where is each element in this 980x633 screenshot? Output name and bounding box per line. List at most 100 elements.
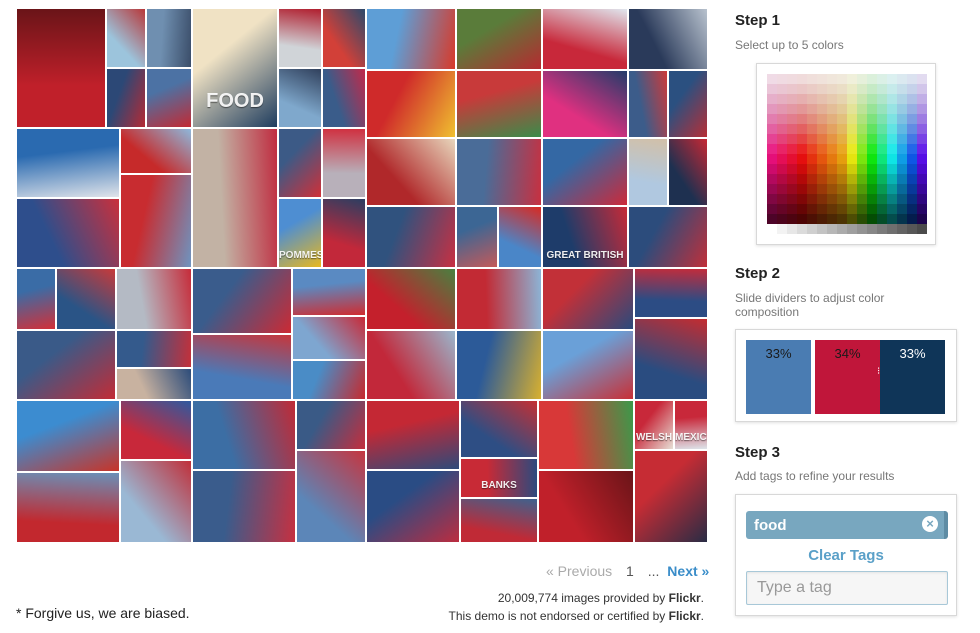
photo-strawberry-cake[interactable]	[16, 268, 56, 330]
photo-glass-building[interactable]	[56, 268, 116, 330]
photo-blue-plate[interactable]	[16, 198, 120, 268]
disclaimer-text: This demo is not endorsed or certified b…	[448, 609, 669, 623]
photo-mexican-sign-caption: MEXICAN	[675, 432, 707, 443]
color-segment-3: 33%	[880, 340, 945, 414]
photo-girl-blonde[interactable]	[628, 138, 668, 206]
step1-description: Select up to 5 colors	[735, 38, 844, 52]
step3-description: Add tags to refine your results	[735, 469, 895, 483]
photo-fries-statue[interactable]: POMMES	[278, 198, 322, 268]
photo-tart[interactable]	[292, 360, 366, 400]
photo-faces-mural[interactable]	[296, 450, 366, 542]
photo-bull-mascot[interactable]	[634, 450, 708, 542]
photo-flag-child[interactable]	[106, 68, 146, 128]
step3-title: Step 3	[735, 444, 781, 461]
photo-book-cover[interactable]: GREAT BRITISH	[542, 206, 628, 268]
photo-red-kite[interactable]	[634, 318, 708, 400]
photo-food-truck[interactable]	[120, 128, 192, 174]
tag-input[interactable]	[746, 571, 948, 605]
color-segment-1-percent: 33%	[765, 346, 792, 361]
previous-link[interactable]: « Previous	[546, 563, 612, 579]
photo-kids-festival[interactable]	[292, 316, 366, 360]
pagination-ellipsis: ...	[647, 563, 660, 579]
photo-rainbow-candy[interactable]	[538, 400, 634, 470]
photo-plate-meal[interactable]	[366, 138, 456, 206]
photo-sign-red[interactable]	[366, 400, 460, 470]
photo-baby-smiling[interactable]	[322, 128, 366, 198]
color-segment-2: 34%	[815, 340, 880, 414]
photo-man-shades[interactable]	[192, 470, 296, 542]
photo-blue-soda-bottle[interactable]	[542, 138, 628, 206]
photo-woman-red[interactable]	[296, 400, 366, 450]
photo-red-tent-crowd[interactable]	[542, 8, 628, 70]
photo-welsh-poster[interactable]: WELSH	[634, 400, 674, 450]
disclaimer: This demo is not endorsed or certified b…	[449, 609, 704, 623]
image-count-credit: 20,009,774 images provided by Flickr.	[498, 591, 704, 605]
photo-person-blue-hat[interactable]	[106, 8, 146, 68]
photo-candy-pile[interactable]	[456, 70, 542, 138]
photo-blue-packets[interactable]	[456, 330, 542, 400]
photo-woman-red-scarf[interactable]	[322, 68, 366, 128]
photo-food-dog-poster[interactable]: FOOD	[192, 8, 278, 128]
photo-strawberries-market[interactable]	[538, 470, 634, 542]
photo-cupcakes[interactable]	[16, 400, 120, 472]
photo-man-closeup[interactable]	[456, 206, 498, 268]
photo-red-semi-truck[interactable]	[120, 174, 192, 268]
photo-group-standing[interactable]	[116, 268, 192, 330]
color-palette-grid[interactable]	[767, 74, 927, 234]
photo-man-portrait[interactable]	[628, 70, 668, 138]
photo-in-n-out-sign[interactable]	[366, 70, 456, 138]
photo-woman-booth[interactable]	[366, 206, 456, 268]
photo-red-hat[interactable]	[460, 498, 538, 542]
photo-carnival-stand[interactable]	[292, 268, 366, 316]
photo-person-walking[interactable]	[628, 206, 708, 268]
photo-heart-art[interactable]	[634, 268, 708, 318]
footnote: * Forgive us, we are biased.	[16, 605, 190, 621]
photo-vintage-car[interactable]	[366, 330, 456, 400]
photo-bag-snack[interactable]	[192, 334, 292, 400]
photo-woman-sunglasses[interactable]	[278, 8, 322, 68]
photo-strawberries-market[interactable]	[16, 8, 106, 128]
photo-street-pole[interactable]	[278, 68, 322, 128]
color-segment-1: 33%	[746, 340, 811, 414]
step2-title: Step 2	[735, 265, 781, 282]
photo-mcdonalds-sign[interactable]	[498, 206, 542, 268]
photo-child-court[interactable]	[192, 400, 296, 470]
photo-mexican-sign[interactable]: MEXICAN	[674, 400, 708, 450]
photo-storefront[interactable]	[146, 8, 192, 68]
photo-flag-sky[interactable]	[542, 330, 634, 400]
credit-text: images provided by	[557, 591, 669, 605]
flickr-link-2[interactable]: Flickr	[669, 609, 701, 623]
remove-tag-icon[interactable]: ×	[922, 516, 938, 532]
photo-berries-cream[interactable]	[120, 400, 192, 460]
photo-man-red-shirt-2[interactable]	[16, 472, 120, 542]
flickr-link[interactable]: Flickr	[669, 591, 701, 605]
photo-politicians[interactable]	[628, 8, 708, 70]
photo-red-sign-building[interactable]	[146, 68, 192, 128]
color-segment-3-percent: 33%	[899, 346, 926, 361]
photo-delivery-truck[interactable]	[366, 8, 456, 70]
photo-mask-costume[interactable]	[668, 138, 708, 206]
step2-description: Slide dividers to adjust color compositi…	[735, 291, 885, 319]
photo-person-stripe[interactable]	[460, 400, 538, 458]
photo-group-friends[interactable]	[456, 138, 542, 206]
photo-red-packets[interactable]	[542, 268, 634, 330]
photo-strawberries-bowl[interactable]	[366, 268, 456, 330]
photo-green-beans[interactable]	[456, 8, 542, 70]
photo-mascot[interactable]	[668, 70, 708, 138]
photo-man-red-shirt[interactable]	[192, 268, 292, 334]
clear-tags-link[interactable]: Clear Tags	[736, 547, 956, 564]
photo-crowd-street[interactable]	[120, 460, 192, 542]
photo-mural-figure[interactable]	[322, 8, 366, 68]
photo-drinks-pour[interactable]	[116, 330, 192, 368]
photo-plate-fruit[interactable]	[366, 470, 460, 542]
photo-men-eating[interactable]	[116, 368, 192, 400]
photo-man-glasses[interactable]	[278, 128, 322, 198]
photo-family-selfie[interactable]	[192, 128, 278, 268]
photo-tent-market[interactable]	[16, 330, 116, 400]
photo-red-car[interactable]	[456, 268, 542, 330]
next-link[interactable]: Next »	[667, 563, 709, 579]
photo-banks-jersey[interactable]: BANKS	[460, 458, 538, 498]
photo-boat-harbor[interactable]	[16, 128, 120, 198]
photo-pink-brain-food[interactable]	[542, 70, 628, 138]
photo-neon-sign[interactable]	[322, 198, 366, 268]
